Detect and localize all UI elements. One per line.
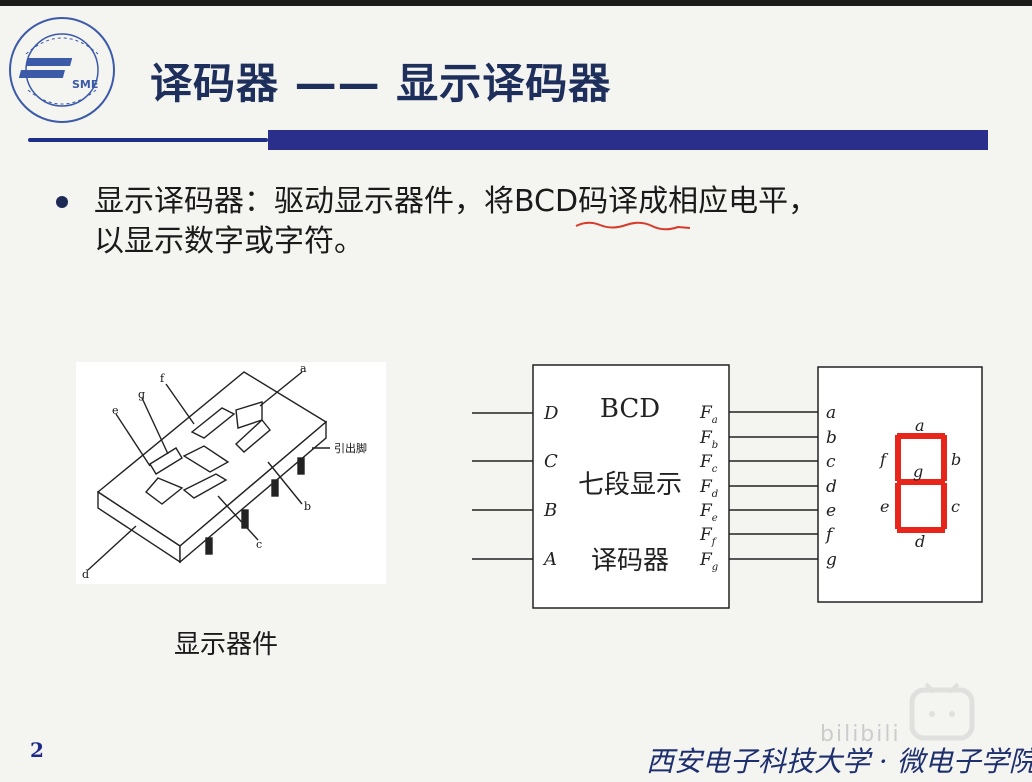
bilibili-watermark-text: bilibili <box>820 722 901 747</box>
display-pin-label-g: g <box>826 550 837 570</box>
segment-label-g: g <box>913 462 923 481</box>
segment-label-d: d <box>915 532 925 551</box>
display-pin-label-b: b <box>826 428 837 448</box>
page-title: 译码器 —— 显示译码器 <box>150 59 612 108</box>
input-label-d: D <box>543 403 559 424</box>
input-label-a: A <box>542 549 557 570</box>
segment-label-a: a <box>915 416 925 435</box>
display-pin-label-e: e <box>826 501 836 521</box>
title-rule <box>28 130 988 150</box>
body-paragraph: 显示译码器：驱动显示器件，将BCD码译成相应电平， 以显示数字或字符。 <box>94 182 974 262</box>
device-label-g: g <box>138 388 145 401</box>
display-pin-label-d: d <box>826 477 837 497</box>
input-label-b: B <box>543 500 557 521</box>
display-pin-label-a: a <box>826 403 836 423</box>
page-number: 2 <box>30 738 44 762</box>
segment-e <box>895 483 901 529</box>
segment-c <box>941 483 947 529</box>
segment-b <box>941 435 947 481</box>
device-label-d: d <box>82 568 89 581</box>
body-line-1: 显示译码器：驱动显示器件，将BCD码译成相应电平， <box>94 184 819 219</box>
segment-label-e: e <box>880 497 889 516</box>
bilibili-watermark-icon <box>909 682 975 741</box>
decoder-title-decoder: 译码器 <box>591 546 669 576</box>
device-label-c: c <box>256 538 262 551</box>
display-device-illustration: f a g e 引出脚 b c d <box>76 362 386 584</box>
university-logo: SME <box>9 17 115 123</box>
device-label-a: a <box>300 362 307 375</box>
device-label-e: e <box>112 404 119 417</box>
bullet-dot <box>56 196 68 208</box>
display-pin-label-c: c <box>826 452 836 472</box>
logo-text: SME <box>72 78 98 91</box>
segment-label-c: c <box>951 497 960 516</box>
device-label-pins: 引出脚 <box>334 441 367 455</box>
decoder-title-seven-segment: 七段显示 <box>578 470 682 500</box>
body-line-2: 以显示数字或字符。 <box>94 224 364 259</box>
input-label-c: C <box>544 451 558 472</box>
title-rule-thick <box>268 130 988 150</box>
device-caption: 显示器件 <box>174 630 279 660</box>
decoder-diagram: BCD 七段显示 译码器 D C B A FaFbFcFdFeFfFg abcd… <box>472 364 983 609</box>
segment-f <box>895 435 901 481</box>
title-rule-thin <box>28 138 268 142</box>
decoder-title-bcd: BCD <box>600 394 660 424</box>
segment-label-b: b <box>951 450 961 469</box>
top-border <box>0 0 1032 6</box>
handwritten-underline <box>575 221 691 231</box>
device-label-b: b <box>304 500 311 513</box>
